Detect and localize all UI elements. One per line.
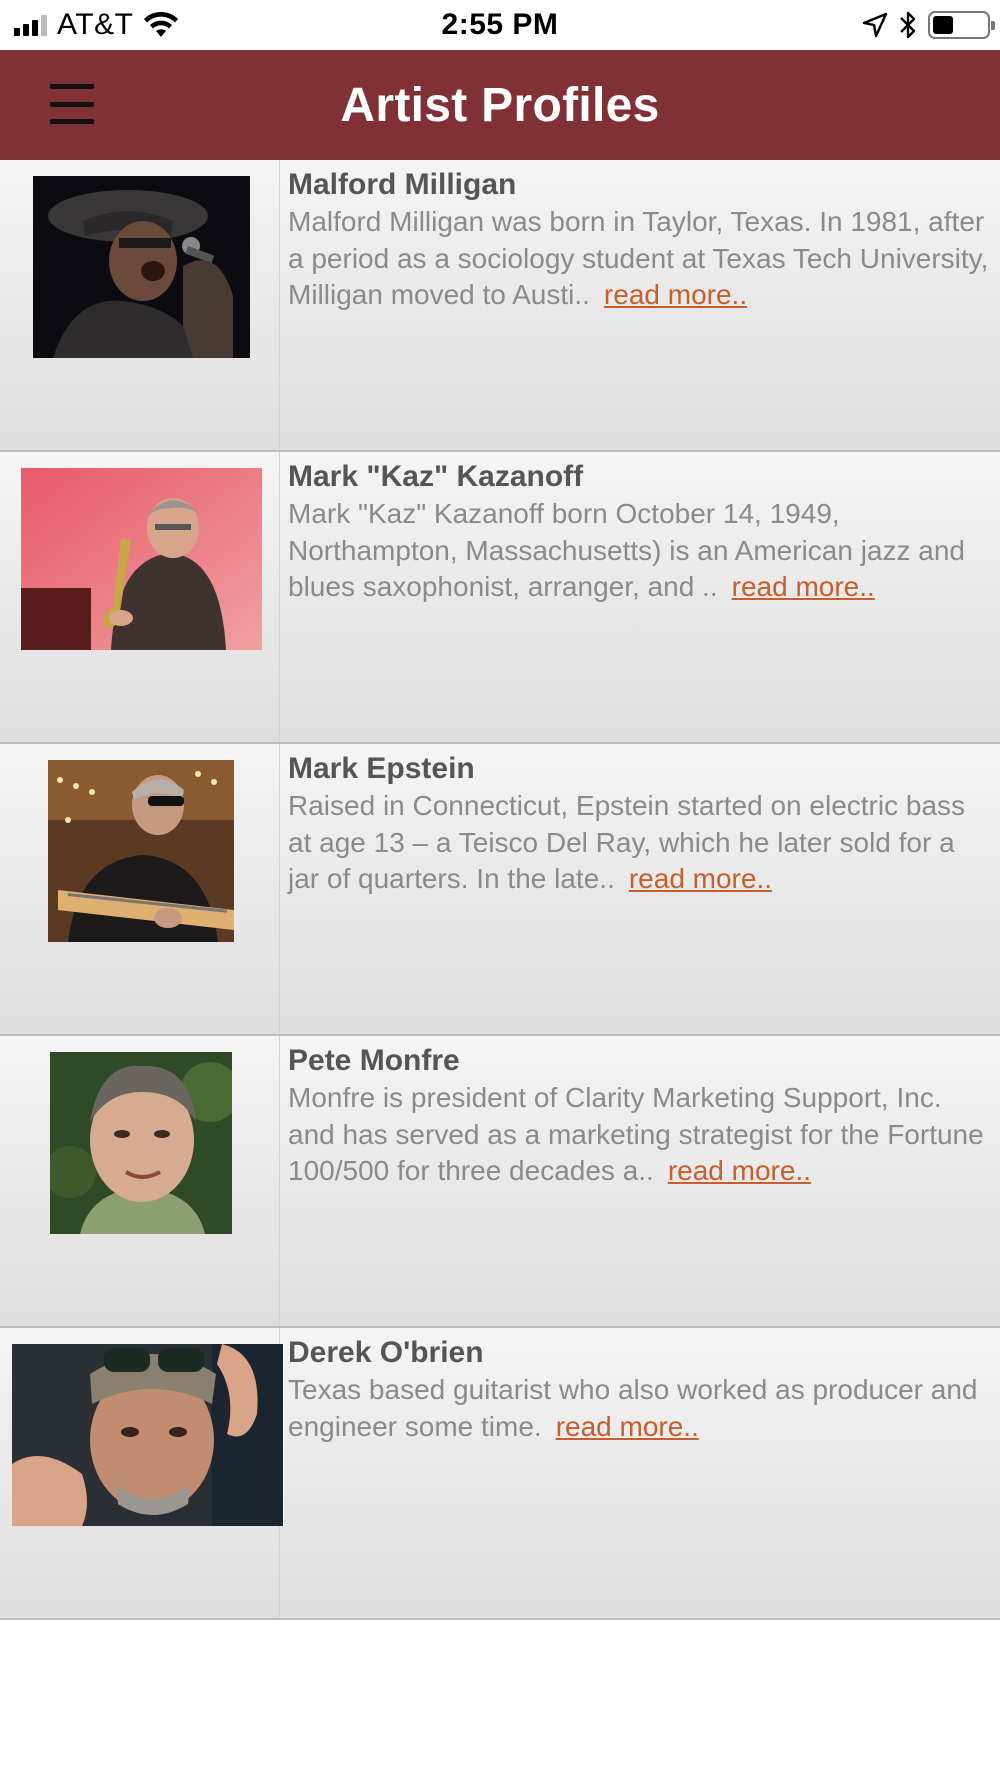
artist-photo-cell bbox=[0, 452, 280, 742]
artist-photo-cell bbox=[0, 1328, 284, 1618]
app-header: Artist Profiles bbox=[0, 50, 1000, 160]
artist-photo[interactable] bbox=[21, 468, 262, 650]
battery-icon bbox=[928, 11, 995, 39]
artist-photo[interactable] bbox=[50, 1052, 232, 1234]
read-more-link[interactable]: read more.. bbox=[556, 1411, 699, 1442]
artist-photo-cell bbox=[0, 160, 280, 450]
artist-photo[interactable] bbox=[48, 760, 234, 942]
bluetooth-icon bbox=[900, 11, 916, 39]
status-bar-right bbox=[862, 8, 995, 42]
artist-photo[interactable] bbox=[12, 1344, 284, 1526]
artist-description-text: Raised in Connecticut, Epstein started o… bbox=[288, 790, 966, 894]
artist-description: Texas based guitarist who also worked as… bbox=[288, 1372, 990, 1445]
read-more-link[interactable]: read more.. bbox=[604, 279, 747, 310]
list-item[interactable]: Mark Epstein Raised in Connecticut, Epst… bbox=[0, 744, 1000, 1036]
artist-info: Mark Epstein Raised in Connecticut, Epst… bbox=[288, 750, 990, 898]
list-item[interactable]: Derek O'brien Texas based guitarist who … bbox=[0, 1328, 1000, 1620]
list-item[interactable]: Pete Monfre Monfre is president of Clari… bbox=[0, 1036, 1000, 1328]
read-more-link[interactable]: read more.. bbox=[629, 863, 772, 894]
read-more-link[interactable]: read more.. bbox=[732, 571, 875, 602]
artist-description-text: Monfre is president of Clarity Marketing… bbox=[288, 1082, 984, 1186]
artist-name: Pete Monfre bbox=[288, 1044, 460, 1077]
artist-name: Mark Epstein bbox=[288, 752, 475, 785]
status-bar: AT&T 2:55 PM bbox=[0, 0, 1000, 50]
artist-description: Raised in Connecticut, Epstein started o… bbox=[288, 788, 990, 898]
status-time: 2:55 PM bbox=[441, 8, 559, 41]
page-title: Artist Profiles bbox=[340, 78, 660, 132]
artist-description: Mark "Kaz" Kazanoff born October 14, 194… bbox=[288, 496, 990, 606]
artist-name: Derek O'brien bbox=[288, 1336, 484, 1369]
artist-photo-cell bbox=[0, 744, 280, 1034]
artist-description: Monfre is president of Clarity Marketing… bbox=[288, 1080, 990, 1190]
artist-description: Malford Milligan was born in Taylor, Tex… bbox=[288, 204, 990, 314]
location-arrow-icon bbox=[862, 12, 888, 38]
artist-profiles-screen: AT&T 2:55 PM Artist Profiles Malford Mil… bbox=[0, 0, 1000, 1778]
artist-name: Mark "Kaz" Kazanoff bbox=[288, 460, 584, 493]
artist-photo-cell bbox=[0, 1036, 280, 1326]
artist-info: Mark "Kaz" Kazanoff Mark "Kaz" Kazanoff … bbox=[288, 458, 990, 606]
artist-info: Pete Monfre Monfre is president of Clari… bbox=[288, 1042, 990, 1190]
artist-info: Derek O'brien Texas based guitarist who … bbox=[288, 1334, 990, 1445]
artist-info: Malford Milligan Malford Milligan was bo… bbox=[288, 166, 990, 314]
artist-photo[interactable] bbox=[33, 176, 250, 358]
list-item[interactable]: Mark "Kaz" Kazanoff Mark "Kaz" Kazanoff … bbox=[0, 452, 1000, 744]
list-item[interactable]: Malford Milligan Malford Milligan was bo… bbox=[0, 160, 1000, 452]
read-more-link[interactable]: read more.. bbox=[668, 1155, 811, 1186]
artist-list: Malford Milligan Malford Milligan was bo… bbox=[0, 160, 1000, 1620]
artist-name: Malford Milligan bbox=[288, 168, 517, 201]
